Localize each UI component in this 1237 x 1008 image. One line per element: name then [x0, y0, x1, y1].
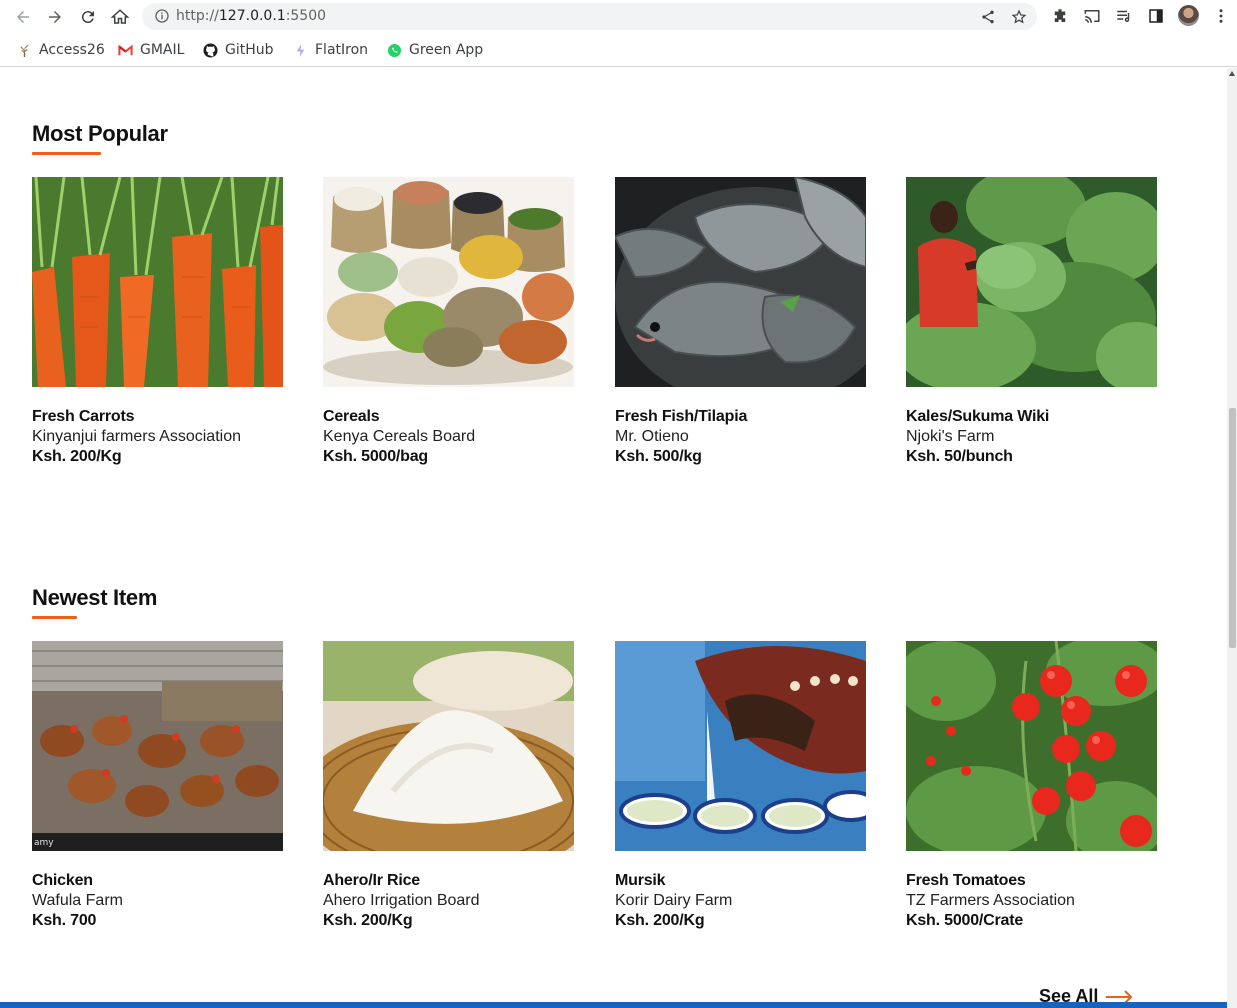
bottom-bar: [0, 1002, 1227, 1008]
bookmark-access26[interactable]: Access26: [17, 41, 105, 59]
product-seller: Njoki's Farm: [906, 428, 995, 445]
bookmark-gmail[interactable]: GMAIL: [118, 41, 184, 59]
media-queue-icon[interactable]: [1115, 7, 1133, 25]
product-seller: Wafula Farm: [32, 892, 123, 909]
back-button[interactable]: [12, 6, 34, 28]
profile-avatar[interactable]: [1178, 5, 1199, 26]
product-price: Ksh. 5000/Crate: [906, 912, 1024, 929]
product-price: Ksh. 5000/bag: [323, 448, 429, 465]
scrollbar-thumb[interactable]: [1229, 408, 1236, 648]
product-seller: TZ Farmers Association: [906, 892, 1075, 909]
flatiron-icon: [293, 43, 308, 58]
star-icon[interactable]: [1011, 9, 1027, 25]
svg-text:amy: amy: [34, 838, 54, 848]
arrow-left-icon: [17, 11, 29, 23]
product-price: Ksh. 200/Kg: [32, 448, 122, 465]
product-card-kales-sukuma-wiki[interactable]: Kales/Sukuma Wiki Njoki's Farm Ksh. 50/b…: [906, 177, 1157, 467]
share-icon[interactable]: [980, 9, 996, 25]
gmail-icon: [118, 43, 133, 58]
bookmark-green-app[interactable]: Green App: [387, 41, 483, 59]
browser-toolbar: http://127.0.0.1:5500: [0, 0, 1237, 33]
product-name[interactable]: Kales/Sukuma Wiki: [906, 407, 1157, 427]
home-icon: [111, 9, 129, 24]
bookmark-github[interactable]: GitHub: [203, 41, 274, 59]
product-name[interactable]: Ahero/Ir Rice: [323, 871, 574, 891]
product-card-cereals[interactable]: Cereals Kenya Cereals Board Ksh. 5000/ba…: [323, 177, 574, 467]
reload-button[interactable]: [77, 6, 99, 28]
bookmark-flatiron[interactable]: FlatIron: [293, 41, 368, 59]
page-viewport: Most Popular Fresh Carrots Kinyanjui far…: [0, 68, 1227, 1008]
home-button[interactable]: [109, 6, 131, 28]
product-seller: Kinyanjui farmers Association: [32, 428, 241, 445]
product-card-fresh-carrots[interactable]: Fresh Carrots Kinyanjui farmers Associat…: [32, 177, 283, 467]
product-seller: Korir Dairy Farm: [615, 892, 733, 909]
product-card-chicken[interactable]: amy Chicken Wafula Farm Ksh. 700: [32, 641, 283, 931]
most-popular-heading: Most Popular: [32, 121, 168, 146]
product-card-ahero-ir-rice[interactable]: Ahero/Ir Rice Ahero Irrigation Board Ksh…: [323, 641, 574, 931]
scroll-up-arrow-icon[interactable]: [1229, 71, 1235, 76]
tree-icon: [17, 43, 32, 58]
heading-underline: [32, 616, 77, 619]
product-seller: Ahero Irrigation Board: [323, 892, 480, 909]
product-name[interactable]: Mursik: [615, 871, 866, 891]
kales-image: [906, 177, 1157, 387]
product-price: Ksh. 500/kg: [615, 448, 702, 465]
mursik-image: [615, 641, 866, 851]
kebab-menu-icon[interactable]: [1212, 7, 1230, 25]
arrow-right-icon: [49, 11, 61, 23]
product-name[interactable]: Fresh Tomatoes: [906, 871, 1157, 891]
extensions-icon[interactable]: [1051, 7, 1069, 25]
product-price: Ksh. 700: [32, 912, 97, 929]
chicken-image: amy: [32, 641, 283, 851]
product-name[interactable]: Fresh Fish/Tilapia: [615, 407, 866, 427]
github-icon: [203, 42, 218, 58]
info-icon[interactable]: [154, 8, 170, 24]
product-seller: Kenya Cereals Board: [323, 428, 476, 445]
product-card-fresh-fish-tilapia[interactable]: Fresh Fish/Tilapia Mr. Otieno Ksh. 500/k…: [615, 177, 866, 467]
product-seller: Mr. Otieno: [615, 428, 689, 445]
product-card-mursik[interactable]: Mursik Korir Dairy Farm Ksh. 200/Kg: [615, 641, 866, 931]
tomatoes-image: [906, 641, 1157, 851]
product-name[interactable]: Chicken: [32, 871, 283, 891]
cast-icon[interactable]: [1083, 7, 1101, 25]
heading-underline: [32, 152, 101, 155]
whatsapp-icon: [387, 43, 402, 58]
product-name[interactable]: Fresh Carrots: [32, 407, 283, 427]
cereals-image: [323, 177, 574, 387]
forward-button[interactable]: [44, 6, 66, 28]
newest-item-heading: Newest Item: [32, 585, 158, 610]
bookmarks-bar: Access26 GMAIL GitHub FlatIron Green App: [0, 33, 1237, 67]
tilapia-image: [615, 177, 866, 387]
address-bar[interactable]: http://127.0.0.1:5500: [142, 3, 1037, 30]
rice-image: [323, 641, 574, 851]
reload-icon: [81, 11, 94, 24]
side-panel-icon[interactable]: [1147, 7, 1165, 25]
carrots-image: [32, 177, 283, 387]
product-price: Ksh. 50/bunch: [906, 448, 1013, 465]
product-price: Ksh. 200/Kg: [323, 912, 413, 929]
url-text[interactable]: http://127.0.0.1:5500: [176, 8, 326, 24]
product-price: Ksh. 200/Kg: [615, 912, 705, 929]
product-name[interactable]: Cereals: [323, 407, 574, 427]
product-card-fresh-tomatoes[interactable]: Fresh Tomatoes TZ Farmers Association Ks…: [906, 641, 1157, 931]
